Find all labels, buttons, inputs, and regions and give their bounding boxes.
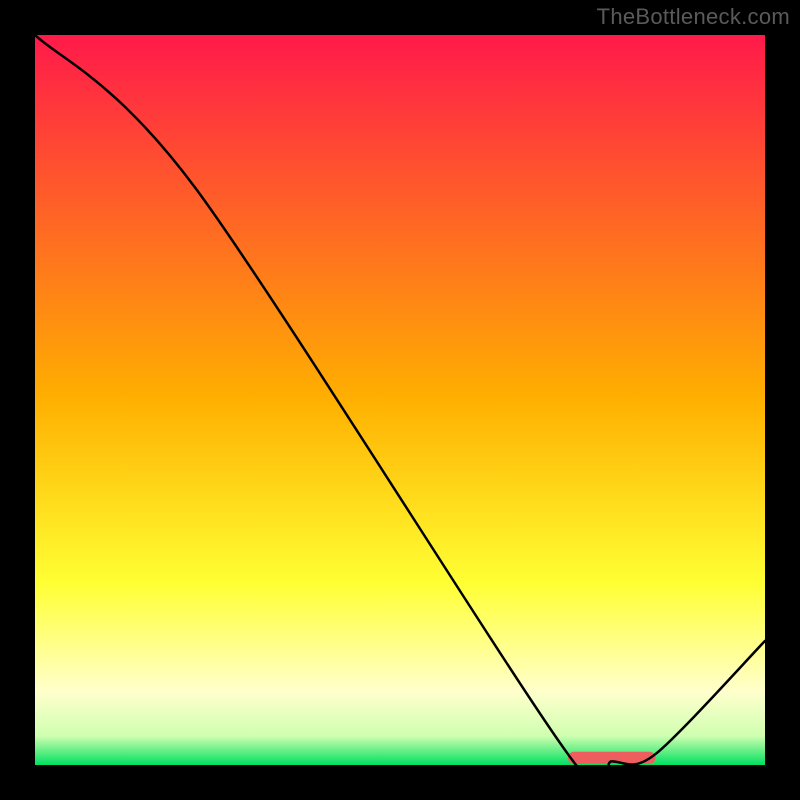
plot-area bbox=[35, 35, 765, 765]
chart-frame: TheBottleneck.com bbox=[0, 0, 800, 800]
watermark-text: TheBottleneck.com bbox=[597, 4, 790, 30]
chart-svg bbox=[35, 35, 765, 765]
chart-background bbox=[35, 35, 765, 765]
